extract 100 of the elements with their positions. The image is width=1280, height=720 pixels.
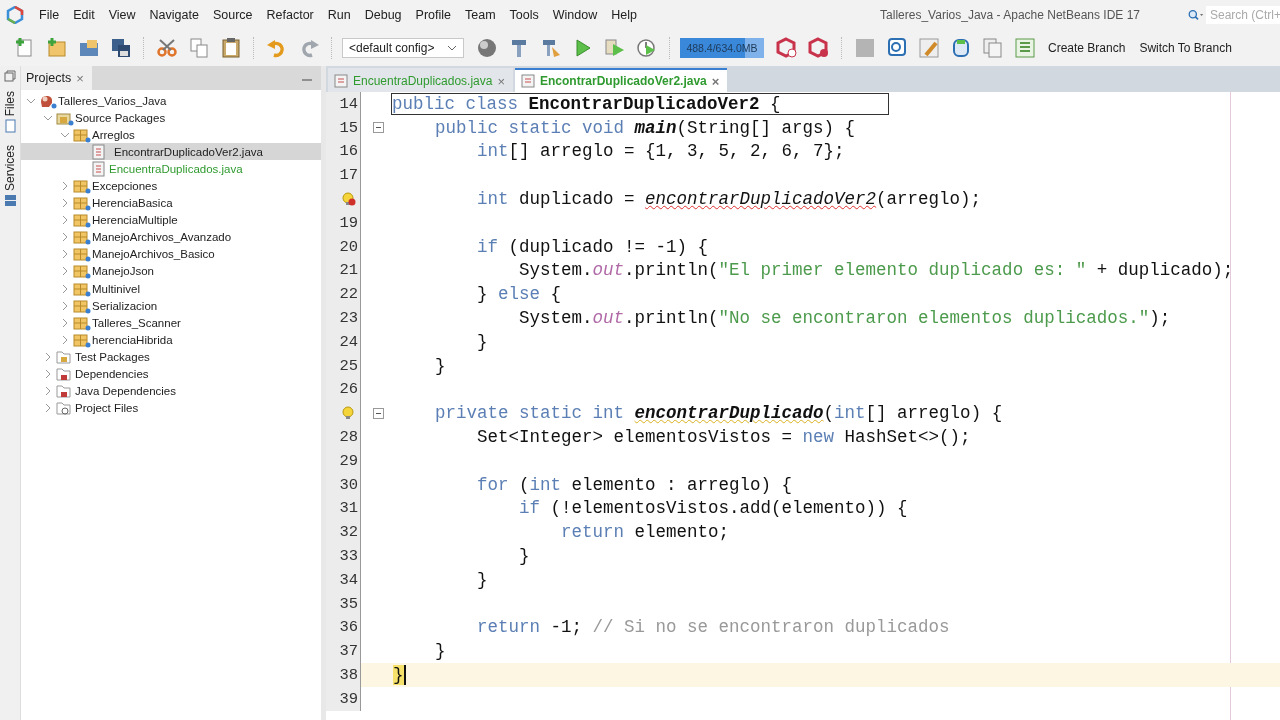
tree-item[interactable]: ManejoArchivos_Avanzado xyxy=(91,231,232,244)
line-number: 22 xyxy=(339,285,358,304)
tree-item[interactable]: herenciaHibrida xyxy=(91,333,173,346)
close-icon[interactable]: × xyxy=(711,73,720,89)
tree-item[interactable]: Dependencies xyxy=(74,368,149,381)
line-number: 28 xyxy=(339,428,358,447)
package-icon xyxy=(73,331,91,348)
code-line: System.out.println("El primer elemento duplicado es: " + duplicado); xyxy=(518,260,1234,281)
save-all-icon[interactable] xyxy=(110,37,132,59)
open-project-icon[interactable] xyxy=(78,37,100,59)
tree-item[interactable]: EncuentraDuplicados.java xyxy=(108,162,243,175)
line-number: 32 xyxy=(339,523,358,542)
tree-item[interactable]: Excepciones xyxy=(91,180,158,192)
editor-tab[interactable]: EncuentraDuplicados.java × xyxy=(328,68,513,92)
tree-item[interactable]: ManejoJson xyxy=(91,265,154,278)
clean-build-icon[interactable] xyxy=(540,37,562,59)
line-number: 37 xyxy=(339,642,358,661)
side-tab[interactable]: Services xyxy=(3,142,17,212)
debug-icon[interactable] xyxy=(604,37,626,59)
menu-item[interactable]: Source xyxy=(205,8,260,22)
line-number: 20 xyxy=(339,237,358,256)
menu-item[interactable]: Debug xyxy=(357,8,409,22)
line-number: 35 xyxy=(339,594,358,613)
sphere-icon[interactable] xyxy=(476,37,498,59)
package-icon xyxy=(73,195,91,212)
config-dropdown[interactable]: <default config> xyxy=(342,38,464,58)
database-icon[interactable] xyxy=(950,37,972,59)
side-tab[interactable]: Files xyxy=(3,88,17,137)
copy-icon[interactable] xyxy=(188,37,210,59)
hexagon-record-icon[interactable] xyxy=(808,37,830,59)
error-bulb-icon[interactable] xyxy=(342,192,356,207)
inspect-icon[interactable] xyxy=(886,37,908,59)
tree-item[interactable]: HerenciaMultiple xyxy=(91,214,178,227)
menu-item[interactable]: Help xyxy=(604,8,644,22)
close-icon[interactable]: × xyxy=(497,73,505,89)
line-number: 39 xyxy=(339,689,358,708)
stop-icon[interactable] xyxy=(854,37,876,59)
code-line: Set<Integer> elementosVistos = new HashSet<>(); xyxy=(476,427,971,448)
code-line: public class EncontrarDuplicadoVer2 { xyxy=(392,93,781,114)
cut-icon[interactable] xyxy=(156,37,178,59)
app-logo-icon[interactable] xyxy=(6,6,24,24)
warning-bulb-icon[interactable] xyxy=(342,406,356,421)
menu-item[interactable]: View xyxy=(101,8,143,22)
line-number: 36 xyxy=(339,618,358,637)
line-number: 29 xyxy=(339,451,358,470)
tree-item[interactable]: Multinivel xyxy=(91,282,140,295)
tree-item[interactable]: Arreglos xyxy=(91,128,135,141)
code-line: private static int encontrarDuplicado(int[] arreglo) { xyxy=(434,403,1003,424)
menu-item[interactable]: File xyxy=(32,8,67,22)
tree-item[interactable]: Source Packages xyxy=(74,111,166,124)
menu-item[interactable]: Navigate xyxy=(142,8,206,22)
file-icon xyxy=(3,119,17,134)
menu-item[interactable]: Edit xyxy=(66,8,102,22)
code-line: } xyxy=(518,546,530,567)
package-icon xyxy=(73,212,91,229)
profile-icon[interactable] xyxy=(636,37,658,59)
tree-item[interactable]: Project Files xyxy=(74,402,139,415)
menu-item[interactable]: Window xyxy=(545,8,605,22)
line-number: 17 xyxy=(339,166,358,185)
menu-item[interactable]: Profile xyxy=(408,8,458,22)
toolbar-button[interactable]: Create Branch xyxy=(1044,41,1130,55)
java-file-icon xyxy=(90,143,108,160)
line-number: 16 xyxy=(339,142,358,161)
tree-item[interactable]: HerenciaBasica xyxy=(91,197,173,210)
line-number: 34 xyxy=(339,570,358,589)
fold-icon[interactable] xyxy=(373,122,384,134)
menu-item[interactable]: Run xyxy=(320,8,358,22)
fold-icon[interactable] xyxy=(373,407,384,419)
line-number: 14 xyxy=(339,94,358,113)
line-number: 38 xyxy=(339,666,358,684)
package-icon xyxy=(73,297,91,314)
toolbar-button[interactable]: Switch To Branch xyxy=(1135,41,1236,55)
java-file-icon xyxy=(334,74,348,88)
tree-item[interactable]: Talleres_Varios_Java xyxy=(57,94,167,107)
restore-icon[interactable] xyxy=(4,70,16,82)
code-line: } else { xyxy=(476,284,562,305)
tree-item[interactable]: Talleres_Scanner xyxy=(91,316,181,329)
editor-tab[interactable]: EncontrarDuplicadoVer2.java × xyxy=(515,68,728,92)
tree-item[interactable]: Test Packages xyxy=(74,350,150,363)
library-folder-icon xyxy=(56,366,74,383)
windows-icon[interactable] xyxy=(982,37,1004,59)
menu-item[interactable]: Tools xyxy=(502,8,546,22)
tree-item[interactable]: ManejoArchivos_Basico xyxy=(91,248,215,261)
panel-tab[interactable]: Projects × xyxy=(21,66,92,90)
code-line: if (!elementosVistos.add(elemento)) { xyxy=(518,498,908,519)
menu-item[interactable]: Team xyxy=(458,8,503,22)
code-line: return elemento; xyxy=(560,522,730,543)
package-icon xyxy=(73,126,91,143)
line-number: 24 xyxy=(339,332,358,351)
paste-icon[interactable] xyxy=(220,37,242,59)
tree-item[interactable]: Java Dependencies xyxy=(74,385,176,398)
package-icon xyxy=(73,229,91,246)
close-icon[interactable]: × xyxy=(76,70,84,86)
line-number: 25 xyxy=(339,356,358,375)
menu-item[interactable]: Refactor xyxy=(259,8,321,22)
code-line: return -1; // Si no se encontraron duplicados xyxy=(476,617,950,638)
server-icon xyxy=(3,194,17,209)
tree-item[interactable]: Serializacion xyxy=(91,299,158,312)
new-project-icon[interactable] xyxy=(46,37,68,59)
diff-icon[interactable] xyxy=(1014,37,1036,59)
